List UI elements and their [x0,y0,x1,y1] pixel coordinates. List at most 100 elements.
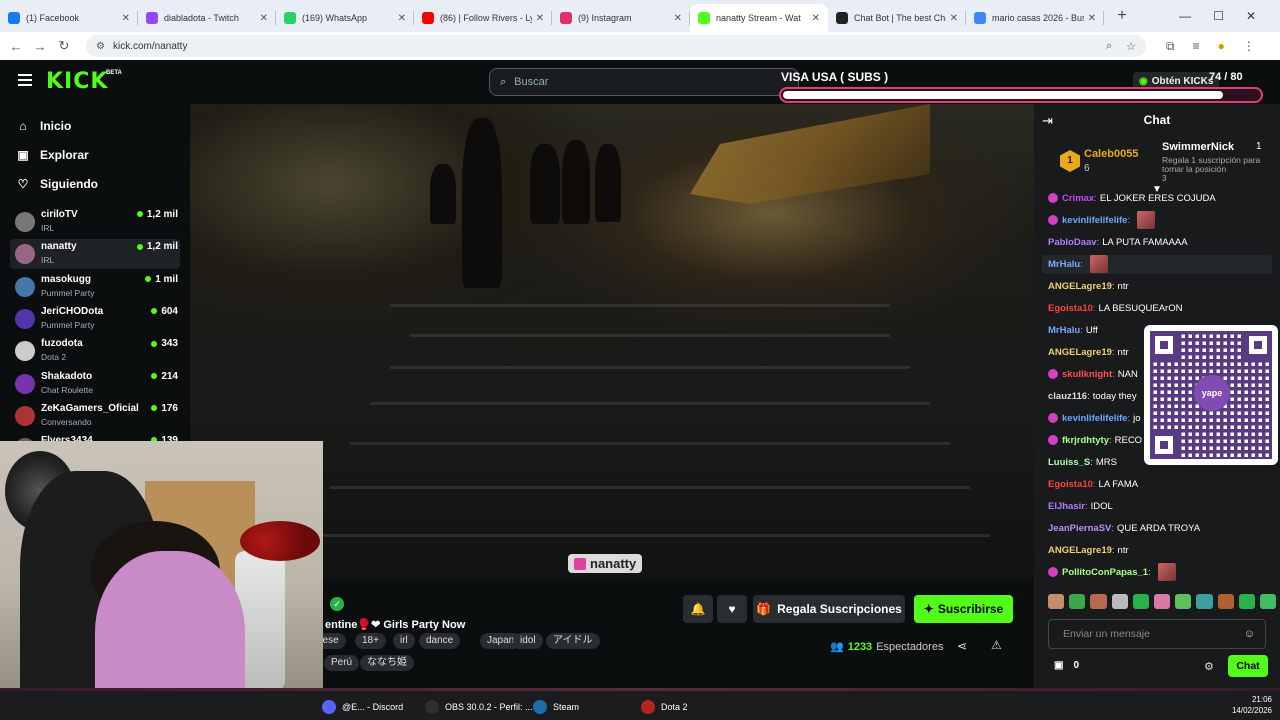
menu-icon[interactable]: ⋮ [1243,39,1255,54]
taskbar-item[interactable]: Steam [533,700,579,714]
channel-item[interactable]: ciriloTV IRL 1,2 mil [10,207,180,237]
channel-item[interactable]: nanatty IRL 1,2 mil [10,239,180,270]
emote-icon[interactable] [1175,594,1192,609]
chat-username[interactable]: clauz116 [1048,391,1087,402]
chat-message[interactable]: kevinlifelifelife: [1048,211,1156,229]
bookmark-star-icon[interactable]: ☆ [1126,40,1136,53]
chat-username[interactable]: ANGELagre19 [1048,281,1112,292]
chat-message[interactable]: Egoista10: LA BESUQUEArON [1048,299,1182,317]
nav-item-inicio[interactable]: ⌂ Inicio [16,119,71,133]
share-icon[interactable]: ⋖ [957,639,967,653]
chat-message[interactable]: ANGELagre19: ntr [1048,541,1129,559]
stream-tag[interactable]: アイドル [546,633,600,649]
zoom-icon[interactable]: ⌕ [1106,40,1112,53]
taskbar-item[interactable]: @E... - Discord [322,700,403,714]
chat-username[interactable]: kevinlifelifelife [1062,215,1127,226]
browser-tab[interactable]: diabladota - Twitch ✕ [138,4,276,32]
new-tab-icon[interactable]: + [1112,7,1132,25]
emote-icon[interactable] [1217,594,1234,609]
browser-tab[interactable]: (169) WhatsApp ✕ [276,4,414,32]
tab-close-icon[interactable]: ✕ [674,13,682,24]
channel-item[interactable]: JeriCHODota Pummel Party 604 [10,304,180,334]
chat-message[interactable]: ANGELagre19: ntr [1048,343,1129,361]
chat-username[interactable]: Luuiss_S [1048,457,1090,468]
chat-username[interactable]: fkrjrdhtyty [1062,435,1109,446]
collapse-chat-icon[interactable]: ⇥ [1042,113,1053,129]
chat-message[interactable]: MrHalu: [1048,255,1108,273]
chat-username[interactable]: Crimax [1062,193,1094,204]
nav-item-explorar[interactable]: ▣ Explorar [16,148,88,162]
stream-tag[interactable]: Perú [324,655,360,671]
tab-close-icon[interactable]: ✕ [260,13,268,24]
chat-username[interactable]: kevinlifelifelife [1062,413,1127,424]
reload-icon[interactable]: ↻ [52,38,76,54]
taskbar-item[interactable]: Dota 2 [641,700,688,714]
chat-message[interactable]: Crimax: EL JOKER ERES COJUDA [1048,189,1216,207]
follow-button[interactable]: ♥ [717,595,747,623]
chat-message[interactable]: Luuiss_S: MRS [1048,453,1117,471]
emote-icon[interactable] [1048,594,1065,609]
emote-icon[interactable] [1090,594,1107,609]
chat-message[interactable]: kevinlifelifelife: jo [1048,409,1141,427]
back-icon[interactable]: ← [4,39,28,54]
emote-icon[interactable] [1111,594,1128,609]
chat-username[interactable]: ANGELagre19 [1048,545,1112,556]
url-input[interactable]: ⚙ kick.com/nanatty ⌕ ☆ [86,35,1146,57]
kick-logo[interactable]: KICK [46,69,108,94]
site-info-icon[interactable]: ⚙ [96,41,105,52]
second-gifter-name[interactable]: SwimmerNick [1162,141,1234,153]
chat-message[interactable]: clauz116: today they [1048,387,1137,405]
chat-input[interactable]: Enviar un mensaje ☺ [1048,619,1266,649]
chat-message[interactable]: MrHalu: Uff [1048,321,1098,339]
browser-tab[interactable]: nanatty Stream - Wat ✕ [690,4,828,32]
media-icon[interactable]: ≡ [1193,39,1200,54]
subscribe-button[interactable]: ✦ Suscribirse [914,595,1013,623]
chat-username[interactable]: JeanPiernaSV [1048,523,1111,534]
browser-tab[interactable]: mario casas 2026 - Busca ✕ [966,4,1104,32]
chat-username[interactable]: PabloDaav [1048,237,1097,248]
browser-tab[interactable]: (9) Instagram ✕ [552,4,690,32]
tab-close-icon[interactable]: ✕ [950,13,958,24]
chat-username[interactable]: Egoista10 [1048,303,1093,314]
maximize-icon[interactable]: ☐ [1213,9,1224,23]
send-chat-button[interactable]: Chat [1228,655,1268,677]
hamburger-menu-icon[interactable] [18,74,32,86]
channel-item[interactable]: ZeKaGamers_Oficial Conversando 176 [10,401,180,431]
chat-username[interactable]: ElJhasir [1048,501,1085,512]
stream-tag[interactable]: irl [393,633,415,649]
chat-username[interactable]: PollitoConPapas_1 [1062,567,1148,578]
taskbar-item[interactable]: OBS 30.0.2 - Perfil: ... [425,700,533,714]
chat-message[interactable]: ANGELagre19: ntr [1048,277,1129,295]
notifications-button[interactable]: 🔔 [683,595,713,623]
emote-icon[interactable] [1069,594,1086,609]
emoji-icon[interactable]: ☺ [1244,628,1255,640]
tab-close-icon[interactable]: ✕ [122,13,130,24]
stream-tag[interactable]: 18+ [355,633,386,649]
browser-tab[interactable]: Chat Bot | The best ChatB ✕ [828,4,966,32]
stream-tag[interactable]: ななち姫 [360,655,414,671]
chat-message[interactable]: JeanPiernaSV: QUE ARDA TROYA [1048,519,1200,537]
chat-message[interactable]: skullknight: NAN [1048,365,1138,383]
forward-icon[interactable]: → [28,39,52,54]
chat-username[interactable]: Egoista10 [1048,479,1093,490]
emote-icon[interactable] [1238,594,1255,609]
channel-item[interactable]: fuzodota Dota 2 343 [10,336,180,366]
profile-icon[interactable]: ● [1218,39,1225,54]
emote-icon[interactable] [1132,594,1149,609]
chat-message[interactable]: ElJhasir: IDOL [1048,497,1113,515]
channel-item[interactable]: Shakadoto Chat Roulette 214 [10,369,180,399]
emote-icon[interactable] [1196,594,1213,609]
tab-close-icon[interactable]: ✕ [1088,13,1096,24]
chat-username[interactable]: skullknight [1062,369,1112,380]
chat-message[interactable]: PabloDaav: LA PUTA FAMAAAA [1048,233,1188,251]
gift-subs-button[interactable]: 🎁 Regala Suscripciones [753,595,905,623]
minimize-icon[interactable]: — [1179,9,1191,23]
chat-message[interactable]: Egoista10: LA FAMA [1048,475,1138,493]
report-icon[interactable]: ⚠ [991,638,1002,652]
close-window-icon[interactable]: ✕ [1246,9,1256,23]
tab-close-icon[interactable]: ✕ [398,13,406,24]
chat-message[interactable]: fkrjrdhtyty: RECO [1048,431,1142,449]
browser-tab[interactable]: (1) Facebook ✕ [0,4,138,32]
tab-close-icon[interactable]: ✕ [536,13,544,24]
stream-tag[interactable]: idol [513,633,543,649]
